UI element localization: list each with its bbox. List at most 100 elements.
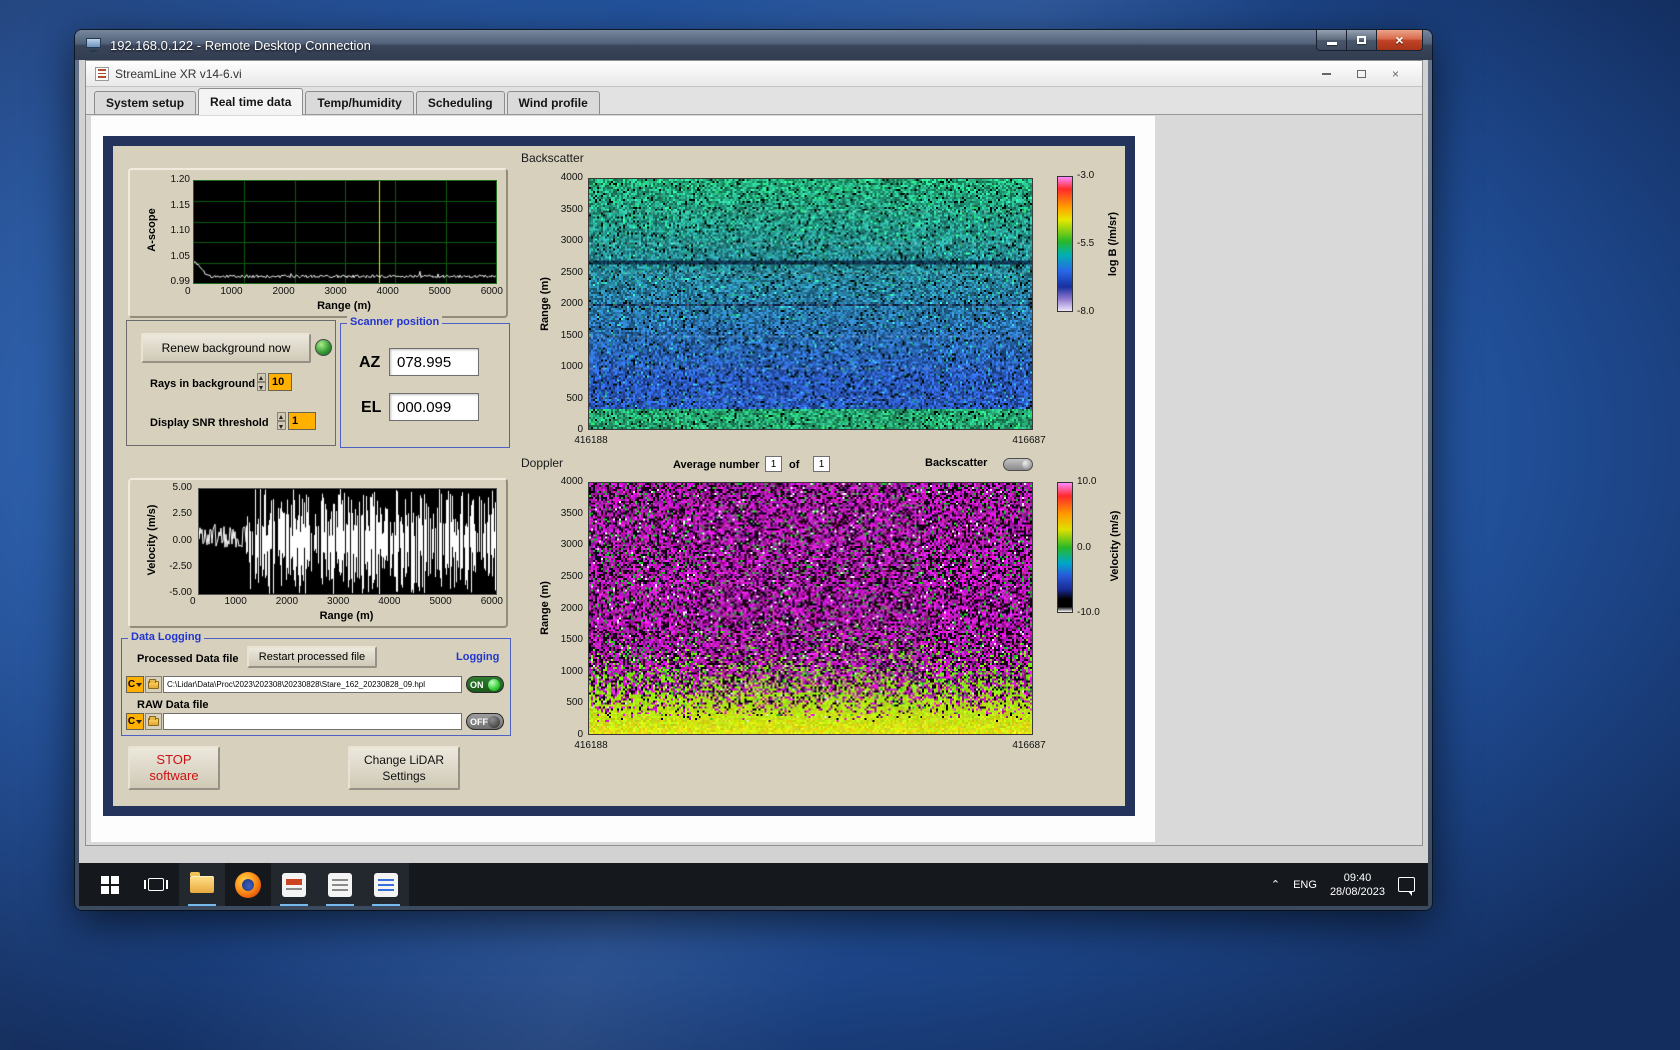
processed-browse-button[interactable] (145, 676, 162, 693)
raw-path-field[interactable] (163, 713, 462, 730)
streamline-app-window: StreamLine XR v14-6.vi × System setup Re… (85, 60, 1423, 846)
data-logging-title: Data Logging (128, 631, 204, 643)
tick-label: 1000 (561, 667, 583, 677)
scanner-position-title: Scanner position (347, 316, 442, 328)
snr-value-field[interactable]: 1 (288, 412, 316, 430)
backscatter-toggle[interactable] (1003, 458, 1033, 471)
rdp-minimize-button[interactable] (1316, 30, 1347, 51)
renew-background-button[interactable]: Renew background now (141, 333, 311, 363)
rays-spinner[interactable] (257, 373, 266, 391)
processed-path-field[interactable]: C:\Lidar\Data\Proc\2023\202308\20230828\… (163, 676, 462, 693)
tick-label: 2000 (276, 597, 298, 607)
start-button[interactable] (87, 863, 133, 906)
scan-scheduler-button[interactable] (317, 863, 363, 906)
taskbar-time: 09:40 (1330, 871, 1385, 885)
hidden-icons-chevron[interactable]: ⌃ (1271, 878, 1280, 891)
folder-icon (148, 718, 159, 726)
average-of-field[interactable]: 1 (813, 456, 830, 472)
tab-system-setup[interactable]: System setup (94, 91, 196, 114)
task-view-button[interactable] (133, 863, 179, 906)
backscatter-title: Backscatter (521, 151, 584, 165)
tick-label: 2500 (561, 268, 583, 278)
processed-logging-toggle[interactable]: ON (466, 676, 504, 693)
app-minimize-icon[interactable] (1322, 73, 1331, 75)
file-explorer-button[interactable] (179, 863, 225, 906)
tick-label: 1000 (220, 287, 242, 297)
tick-label: 3000 (561, 236, 583, 246)
tick-label: 0.0 (1077, 543, 1091, 553)
el-value-field[interactable]: 000.099 (389, 393, 479, 421)
remote-taskbar: ⌃ ENG 09:40 28/08/2023 (79, 863, 1428, 906)
task-view-icon (148, 878, 164, 891)
labview-app-button[interactable] (271, 863, 317, 906)
logging-label: Logging (456, 651, 499, 663)
velocity-y-ticks: 5.00 2.50 0.00 -2.50 -5.00 (154, 483, 192, 598)
raw-logging-toggle[interactable]: OFF (466, 713, 504, 730)
language-indicator[interactable]: ENG (1293, 879, 1317, 891)
rdp-close-button[interactable]: × (1376, 30, 1423, 51)
doppler-colorbar (1057, 482, 1073, 613)
rdp-titlebar[interactable]: 192.168.0.122 - Remote Desktop Connectio… (75, 30, 1432, 60)
rdp-restore-button[interactable] (1347, 30, 1376, 51)
tick-label: 2000 (561, 604, 583, 614)
backscatter-heatmap[interactable] (588, 178, 1033, 430)
tick-label: 0 (190, 597, 196, 607)
tick-label: 6000 (481, 287, 503, 297)
tab-wind-profile[interactable]: Wind profile (507, 91, 600, 114)
ascope-y-ticks: 1.20 1.15 1.10 1.05 0.99 (156, 175, 190, 287)
tick-label: 6000 (481, 597, 503, 607)
notes-app-button[interactable] (363, 863, 409, 906)
doppler-x-left-label: 416188 (574, 740, 607, 751)
restart-processed-file-button[interactable]: Restart processed file (247, 646, 377, 668)
rays-value-field[interactable]: 10 (268, 373, 292, 391)
tick-label: 2000 (272, 287, 294, 297)
snr-spinner[interactable] (277, 412, 286, 430)
firefox-icon (235, 872, 261, 898)
labview-front-panel: A-scope 1.20 1.15 1.10 1.05 0.99 0 1000 2000 30… (103, 136, 1135, 816)
backscatter-colorbar-ticks: -3.0 -5.5 -8.0 (1077, 171, 1094, 317)
tick-label: -3.0 (1077, 171, 1094, 181)
app-close-icon[interactable]: × (1392, 68, 1399, 80)
app-restore-icon[interactable] (1357, 70, 1366, 78)
average-number-field[interactable]: 1 (765, 456, 782, 472)
tab-scheduling[interactable]: Scheduling (416, 91, 505, 114)
tick-label: 0.00 (173, 536, 192, 546)
doppler-y-ticks: 4000 3500 3000 2500 2000 1500 1000 500 0 (547, 477, 583, 740)
az-value-field[interactable]: 078.995 (389, 348, 479, 376)
tab-real-time-data[interactable]: Real time data (198, 88, 303, 115)
tick-label: 3500 (561, 509, 583, 519)
taskbar-date: 28/08/2023 (1330, 885, 1385, 899)
action-center-icon[interactable] (1398, 877, 1415, 892)
tick-label: 3000 (327, 597, 349, 607)
of-label: of (789, 459, 799, 471)
rdp-title: 192.168.0.122 - Remote Desktop Connectio… (110, 38, 371, 53)
system-tray: ⌃ ENG 09:40 28/08/2023 (1271, 871, 1428, 899)
raw-browse-button[interactable] (145, 713, 162, 730)
tick-label: 10.0 (1077, 477, 1096, 487)
firefox-button[interactable] (225, 863, 271, 906)
velocity-x-axis-label: Range (m) (198, 610, 495, 622)
raw-drive-selector[interactable]: C (126, 713, 144, 730)
stop-software-button[interactable]: STOP software (128, 746, 220, 790)
taskbar-clock[interactable]: 09:40 28/08/2023 (1330, 871, 1385, 899)
tick-label: 1.05 (171, 252, 190, 262)
raw-data-file-label: RAW Data file (137, 699, 209, 711)
doppler-heatmap[interactable] (588, 482, 1033, 735)
tick-label: 500 (566, 698, 583, 708)
tab-temp-humidity[interactable]: Temp/humidity (305, 91, 413, 114)
scanner-position-box: Scanner position AZ 078.995 EL 000.099 (340, 323, 510, 448)
folder-icon (148, 681, 159, 689)
ascope-plot[interactable] (193, 180, 497, 284)
processed-drive-selector[interactable]: C (126, 676, 144, 693)
el-label: EL (361, 399, 381, 417)
velocity-plot[interactable] (198, 488, 497, 595)
tick-label: 1500 (561, 331, 583, 341)
change-lidar-settings-button[interactable]: Change LiDAR Settings (348, 746, 460, 790)
tick-label: 5.00 (173, 483, 192, 493)
app-titlebar[interactable]: StreamLine XR v14-6.vi × (86, 61, 1422, 87)
rays-in-background-label: Rays in background (150, 378, 255, 390)
doppler-colorbar-label: Velocity (m/s) (1109, 511, 1121, 582)
backscatter-x-right-label: 416687 (1012, 435, 1045, 446)
backscatter-colorbar (1057, 176, 1073, 312)
background-controls-box: Renew background now Rays in background … (126, 320, 336, 446)
